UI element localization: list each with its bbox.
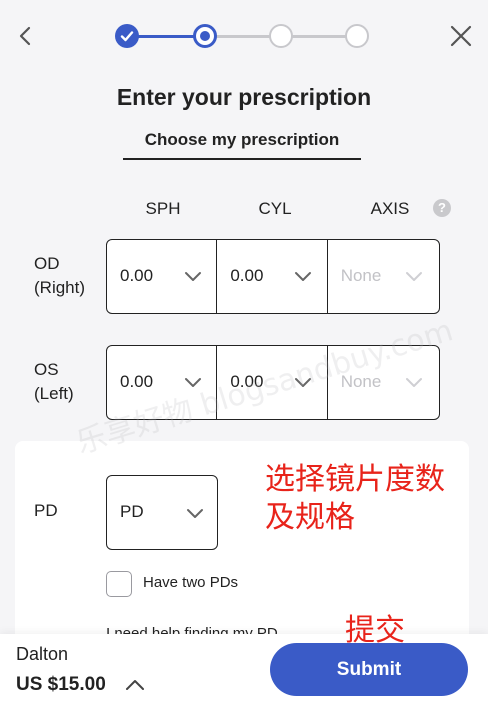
annotation-rx-note: 选择镜片度数 及规格 — [265, 461, 445, 537]
os-label-side: (Left) — [34, 384, 74, 403]
chevron-down-icon — [185, 272, 201, 281]
step-4 — [345, 24, 369, 48]
pd-label: PD — [34, 501, 58, 520]
product-price: US $15.00 — [16, 674, 106, 695]
column-header-axis: AXIS — [370, 199, 410, 218]
step-2 — [193, 24, 217, 48]
od-sph-value: 0.00 — [120, 266, 154, 285]
od-label: OD (Right) — [34, 252, 85, 300]
os-sph-value: 0.00 — [120, 372, 154, 391]
os-label-code: OS — [34, 360, 59, 379]
annotation-rx-line2: 及规格 — [265, 500, 355, 535]
footer-bar: Dalton US $15.00 Submit — [0, 634, 488, 706]
product-name: Dalton — [16, 644, 69, 664]
question-icon[interactable]: ? — [433, 199, 451, 217]
tab-choose-prescription[interactable]: Choose my prescription — [123, 130, 361, 160]
progress-stepper — [115, 22, 371, 50]
column-header-cyl: CYL — [258, 199, 292, 218]
od-cyl-value: 0.00 — [230, 266, 264, 285]
annotation-submit-note: 提交 — [345, 613, 405, 648]
chevron-down-icon — [187, 509, 203, 518]
top-bar — [0, 0, 488, 72]
chevron-down-icon — [405, 272, 422, 281]
pd-value: PD — [120, 502, 144, 521]
chevron-down-icon — [405, 378, 422, 387]
chevron-down-icon — [295, 272, 312, 281]
check-icon — [120, 31, 134, 42]
od-prescription-group: 0.00 0.00 None — [106, 239, 440, 314]
annotation-rx-line1: 选择镜片度数 — [265, 462, 445, 497]
step-3 — [269, 24, 293, 48]
od-axis-select[interactable]: None — [328, 240, 439, 313]
two-pds-checkbox[interactable] — [106, 571, 132, 597]
submit-button[interactable]: Submit — [270, 643, 468, 696]
chevron-up-icon[interactable] — [125, 677, 145, 691]
page-title: Enter your prescription — [116, 84, 372, 110]
od-axis-value: None — [340, 266, 382, 285]
od-cyl-select[interactable]: 0.00 — [217, 240, 328, 313]
pd-select[interactable]: PD — [106, 475, 218, 550]
od-label-side: (Right) — [34, 278, 86, 297]
os-label: OS (Left) — [34, 358, 74, 406]
od-sph-select[interactable]: 0.00 — [107, 240, 218, 313]
close-icon[interactable] — [448, 23, 474, 49]
od-label-code: OD — [34, 254, 60, 273]
column-header-sph: SPH — [145, 199, 181, 218]
two-pds-label: Have two PDs — [143, 574, 239, 591]
chevron-left-icon[interactable] — [14, 22, 38, 50]
step-1 — [115, 24, 139, 48]
